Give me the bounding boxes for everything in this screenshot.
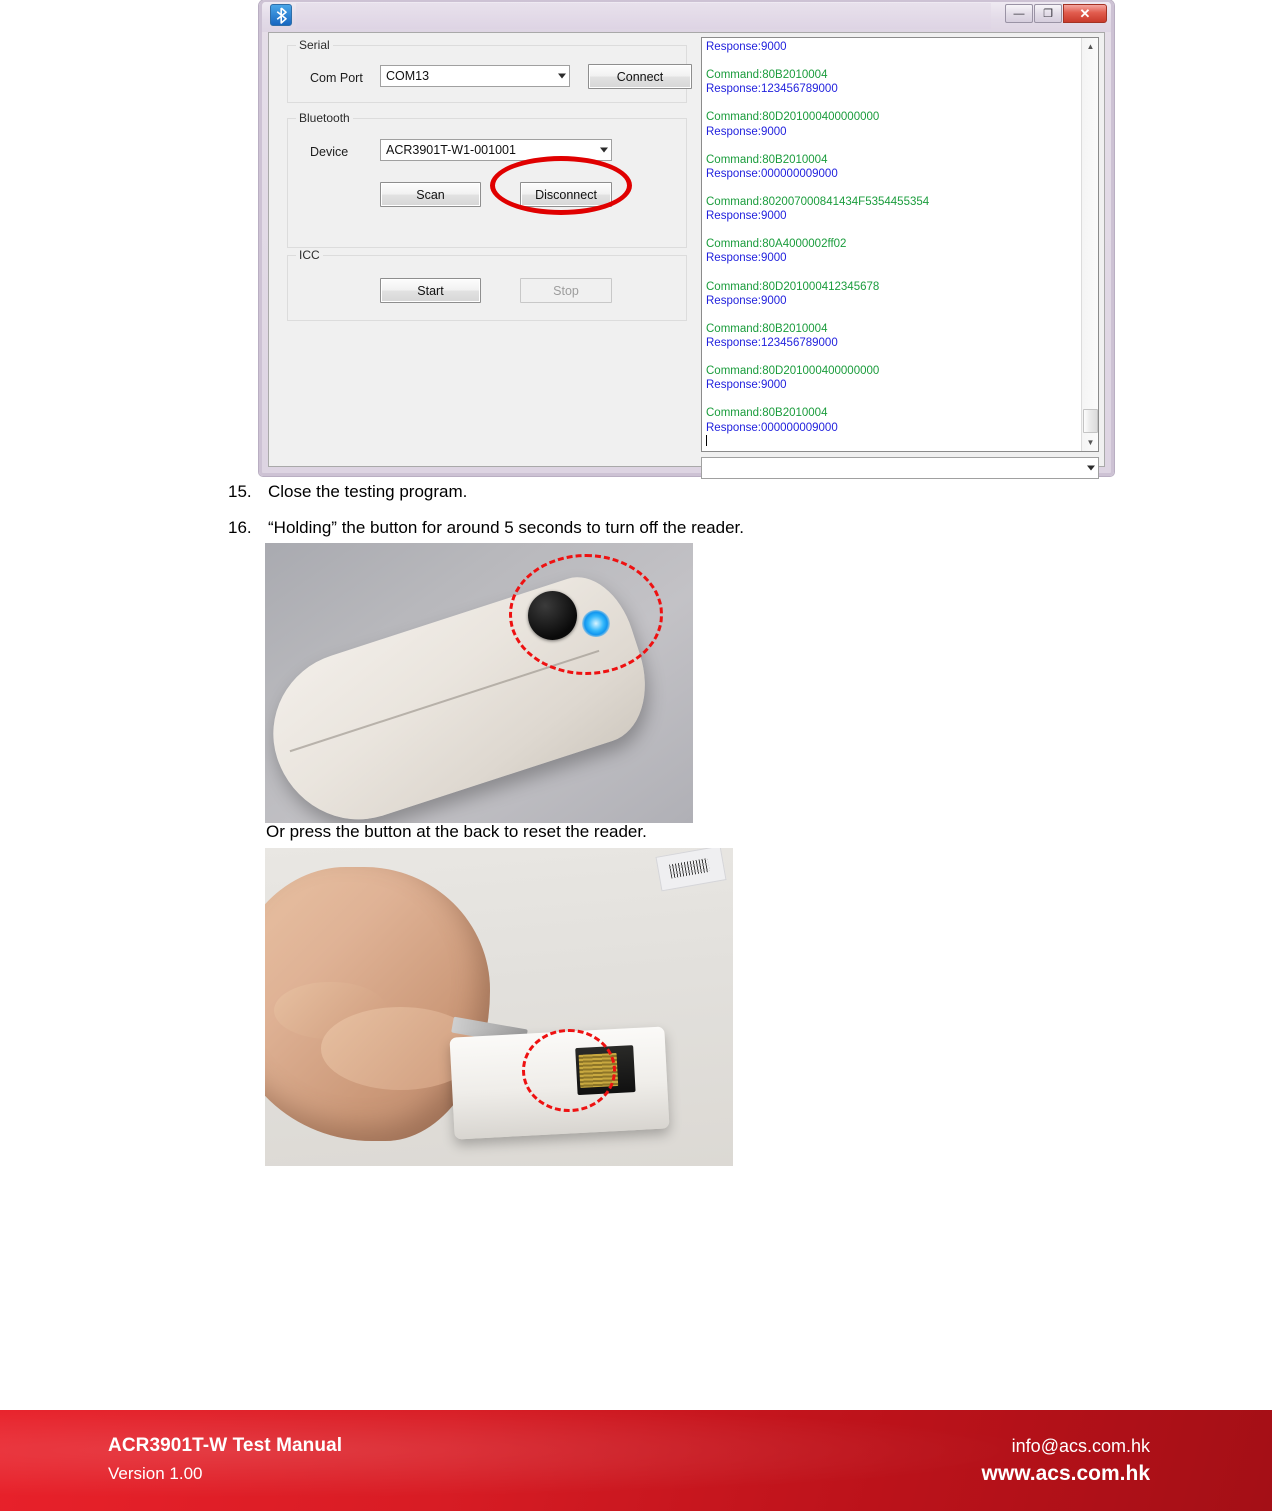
log-line: Command:80D201000412345678 — [706, 280, 880, 293]
window-title-text — [296, 3, 991, 29]
app-screenshot: — ❐ ✕ Serial Com Port COM13 Connect Blue… — [259, 0, 1114, 479]
maximize-button[interactable]: ❐ — [1034, 4, 1062, 23]
log-line: Command:80A4000002ff02 — [706, 238, 847, 251]
chevron-down-icon — [600, 147, 608, 153]
reader-button-photo — [265, 543, 693, 823]
log-line: Command:80B2010004 — [706, 322, 828, 335]
device-value: ACR3901T-W1-001001 — [386, 143, 516, 157]
scan-button[interactable]: Scan — [380, 182, 481, 207]
command-input[interactable] — [701, 457, 1099, 479]
log-line: Response:123456789000 — [706, 83, 838, 96]
bluetooth-group: Bluetooth Device ACR3901T-W1-001001 Scan… — [287, 111, 687, 248]
document-page: — ❐ ✕ Serial Com Port COM13 Connect Blue… — [0, 0, 1272, 1511]
footer-left: ACR3901T-W Test Manual Version 1.00 — [108, 1432, 342, 1488]
com-port-label: Com Port — [310, 71, 363, 85]
disconnect-button[interactable]: Disconnect — [520, 182, 612, 207]
device-select[interactable]: ACR3901T-W1-001001 — [380, 139, 612, 161]
icc-group-legend: ICC — [296, 248, 323, 262]
button-highlight-ellipse — [508, 554, 664, 675]
log-line: Command:80B2010004 — [706, 153, 828, 166]
log-line: Command:80D201000400000000 — [706, 111, 880, 124]
chevron-down-icon — [558, 73, 566, 79]
log-line: Command:802007000841434F5354455354 — [706, 196, 930, 209]
minimize-button[interactable]: — — [1005, 4, 1033, 23]
com-port-value: COM13 — [386, 69, 430, 83]
device-label: Device — [310, 145, 349, 159]
log-line: Response:000000009000 — [706, 167, 838, 180]
reset-highlight-ellipse — [522, 1029, 616, 1112]
close-button[interactable]: ✕ — [1063, 4, 1107, 23]
log-line: Response:9000 — [706, 210, 787, 223]
log-caret — [706, 434, 1078, 449]
step-15-number: 15. — [228, 482, 252, 501]
bluetooth-group-legend: Bluetooth — [296, 111, 353, 125]
connect-button[interactable]: Connect — [588, 64, 692, 89]
icc-group: ICC Start Stop — [287, 248, 687, 321]
log-line: Response:9000 — [706, 294, 787, 307]
step-16-number: 16. — [228, 518, 252, 537]
log-line: Response:123456789000 — [706, 336, 838, 349]
window-titlebar[interactable]: — ❐ ✕ — [262, 2, 1111, 32]
log-line: Command:80B2010004 — [706, 69, 828, 82]
log-line: Command:80B2010004 — [706, 407, 828, 420]
footer-version: Version 1.00 — [108, 1464, 203, 1483]
footer-website[interactable]: www.acs.com.hk — [982, 1460, 1150, 1488]
log-line: Response:000000009000 — [706, 421, 838, 434]
log-line: Response:9000 — [706, 41, 787, 53]
app-window: — ❐ ✕ Serial Com Port COM13 Connect Blue… — [259, 0, 1114, 479]
window-client-area: Serial Com Port COM13 Connect Bluetooth … — [268, 32, 1105, 479]
chevron-down-icon — [1087, 465, 1095, 471]
page-footer: ACR3901T-W Test Manual Version 1.00 info… — [0, 1410, 1272, 1511]
footer-right: info@acs.com.hk www.acs.com.hk — [982, 1432, 1150, 1488]
window-controls: — ❐ ✕ — [1005, 4, 1107, 23]
desk-label — [655, 848, 727, 892]
log-line: Response:9000 — [706, 379, 787, 392]
reader-reset-photo — [265, 848, 733, 1166]
scroll-down-icon[interactable]: ▼ — [1083, 435, 1098, 450]
com-port-select[interactable]: COM13 — [380, 65, 570, 87]
serial-group-legend: Serial — [296, 38, 333, 52]
step-16-text: “Holding” the button for around 5 second… — [268, 518, 744, 537]
footer-email[interactable]: info@acs.com.hk — [982, 1432, 1150, 1460]
step-15: 15. Close the testing program. — [228, 481, 1028, 503]
serial-group: Serial Com Port COM13 Connect — [287, 38, 692, 103]
reset-caption: Or press the button at the back to reset… — [266, 822, 647, 841]
bluetooth-icon — [270, 4, 292, 26]
log-line: Response:9000 — [706, 252, 787, 265]
log-scrollbar[interactable]: ▲ ▼ — [1081, 38, 1098, 451]
scroll-up-icon[interactable]: ▲ — [1083, 39, 1098, 54]
command-log-text: Response:9000 Command:80B2010004 Response:… — [706, 40, 1078, 449]
step-16: 16. “Holding” the button for around 5 se… — [228, 517, 1128, 539]
footer-manual-title: ACR3901T-W Test Manual — [108, 1435, 343, 1456]
start-button[interactable]: Start — [380, 278, 481, 303]
scrollbar-thumb[interactable] — [1083, 409, 1098, 433]
stop-button: Stop — [520, 278, 612, 303]
step-15-text: Close the testing program. — [268, 482, 468, 501]
log-line: Response:9000 — [706, 125, 787, 138]
log-line: Command:80D201000400000000 — [706, 365, 880, 378]
command-log-panel[interactable]: Response:9000 Command:80B2010004 Response:… — [701, 37, 1099, 452]
